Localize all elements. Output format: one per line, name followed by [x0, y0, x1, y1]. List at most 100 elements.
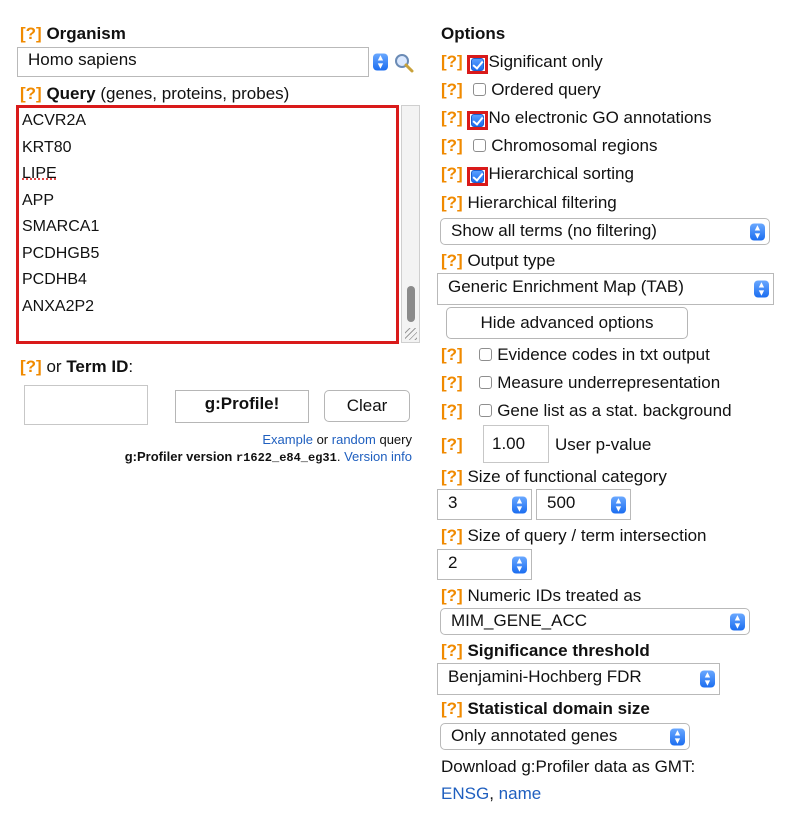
stat-domain-select[interactable]: Only annotated genes ▲ ▼: [440, 723, 690, 750]
or-label: or: [46, 357, 62, 376]
download-label: Download g:Profiler data as GMT:: [441, 757, 696, 776]
sig-threshold-select[interactable]: Benjamini-Hochberg FDR ▲ ▼: [437, 663, 720, 695]
select-value: 500: [547, 493, 576, 512]
help-link[interactable]: [?]: [441, 136, 463, 155]
help-link[interactable]: [?]: [20, 24, 42, 43]
size-func-max-select[interactable]: 500 ▲ ▼: [536, 489, 631, 520]
select-value: Generic Enrichment Map (TAB): [448, 277, 684, 296]
help-link[interactable]: [?]: [441, 251, 463, 270]
query-line: LIPE: [22, 165, 57, 182]
label-text: Numeric IDs treated as: [467, 586, 642, 605]
help-link[interactable]: [?]: [441, 80, 463, 99]
random-link[interactable]: random: [332, 432, 376, 447]
term-id-input[interactable]: [24, 385, 148, 425]
sig-threshold-label: [?] Significance threshold: [441, 641, 650, 661]
option-chromosomal-regions[interactable]: [?] Chromosomal regions: [441, 136, 657, 156]
ensg-link[interactable]: ENSG: [441, 784, 489, 803]
select-value: 3: [448, 493, 458, 512]
help-link[interactable]: [?]: [441, 193, 463, 212]
help-link[interactable]: [?]: [441, 586, 463, 605]
query-scrollbar[interactable]: [401, 105, 420, 343]
size-func-label: [?] Size of functional category: [441, 467, 667, 487]
output-type-label: [?] Output type: [441, 251, 555, 271]
checkbox-unchecked-icon[interactable]: [479, 376, 493, 389]
help-link[interactable]: [?]: [20, 357, 42, 376]
label-text: Significance threshold: [467, 641, 650, 660]
name-link[interactable]: name: [499, 784, 542, 803]
query-word: query: [379, 432, 412, 447]
option-label: Evidence codes in txt output: [497, 345, 710, 364]
option-significant-only[interactable]: [?] Significant only: [441, 52, 603, 74]
option-gene-list-bg[interactable]: [?] Gene list as a stat. background: [441, 401, 732, 421]
help-link[interactable]: [?]: [441, 526, 463, 545]
select-value: MIM_GENE_ACC: [451, 611, 588, 630]
search-icon[interactable]: [393, 52, 415, 74]
updown-arrow-icon: ▲ ▼: [512, 496, 527, 513]
version-dot: .: [336, 449, 341, 464]
organism-heading: [?] Organism: [20, 24, 126, 44]
label-text: Size of functional category: [467, 467, 667, 486]
scrollbar-thumb[interactable]: [407, 286, 415, 322]
help-link[interactable]: [?]: [441, 373, 463, 392]
size-func-min-select[interactable]: 3 ▲ ▼: [437, 489, 532, 520]
output-type-select[interactable]: Generic Enrichment Map (TAB) ▲ ▼: [437, 273, 774, 305]
checkbox-checked-icon[interactable]: [471, 170, 485, 183]
query-line: APP: [22, 191, 55, 209]
hide-advanced-button[interactable]: Hide advanced options: [446, 307, 688, 339]
query-line: SMARCA1: [22, 218, 100, 235]
or-word: or: [316, 432, 329, 447]
checkbox-unchecked-icon[interactable]: [479, 404, 493, 417]
help-link[interactable]: [?]: [441, 52, 463, 71]
help-link[interactable]: [?]: [441, 108, 463, 127]
option-evidence-codes[interactable]: [?] Evidence codes in txt output: [441, 345, 710, 365]
help-link[interactable]: [?]: [20, 84, 42, 103]
help-link[interactable]: [?]: [441, 641, 463, 660]
option-label: Significant only: [488, 52, 603, 71]
option-label: Chromosomal regions: [491, 136, 658, 155]
option-ordered-query[interactable]: [?] Ordered query: [441, 80, 601, 100]
option-label: Ordered query: [491, 80, 601, 99]
query-label: Query: [46, 84, 96, 103]
numeric-ids-select[interactable]: MIM_GENE_ACC ▲ ▼: [440, 608, 750, 635]
numeric-ids-label: [?] Numeric IDs treated as: [441, 586, 641, 606]
organism-select[interactable]: Homo sapiens: [17, 47, 369, 77]
stat-domain-label: [?] Statistical domain size: [441, 699, 650, 719]
select-value: Show all terms (no filtering): [451, 221, 657, 240]
option-hierarchical-sorting[interactable]: [?] Hierarchical sorting: [441, 164, 634, 186]
clear-button[interactable]: Clear: [324, 390, 410, 422]
query-lines: ACVR2A KRT80 LIPE APP SMARCA1 PCDHGB5 PC…: [22, 108, 99, 320]
size-inter-label: [?] Size of query / term intersection: [441, 526, 707, 546]
hierarchical-filtering-select[interactable]: Show all terms (no filtering) ▲ ▼: [440, 218, 770, 245]
updown-arrow-icon: ▲ ▼: [700, 670, 715, 688]
checkbox-unchecked-icon[interactable]: [479, 348, 493, 361]
help-link[interactable]: [?]: [441, 467, 463, 486]
download-links: ENSG, name: [441, 784, 541, 804]
help-link[interactable]: [?]: [441, 435, 463, 454]
option-no-electronic-go[interactable]: [?] No electronic GO annotations: [441, 108, 711, 130]
label-text: Statistical domain size: [467, 699, 650, 718]
checkbox-checked-icon[interactable]: [471, 114, 485, 127]
organism-label: Organism: [46, 24, 126, 43]
help-link[interactable]: [?]: [441, 401, 463, 420]
option-measure-under[interactable]: [?] Measure underrepresentation: [441, 373, 720, 393]
help-link[interactable]: [?]: [441, 164, 463, 183]
version-info-link[interactable]: Version info: [344, 449, 412, 464]
example-link[interactable]: Example: [262, 432, 313, 447]
label-text: Hierarchical filtering: [467, 193, 617, 212]
checkbox-checked-icon[interactable]: [471, 58, 485, 71]
select-value: Only annotated genes: [451, 726, 618, 745]
updown-arrow-icon: ▲ ▼: [750, 223, 765, 240]
checkbox-unchecked-icon[interactable]: [473, 139, 487, 152]
profile-button[interactable]: g:Profile!: [175, 390, 309, 423]
resize-grip-icon[interactable]: [405, 328, 417, 340]
term-id-label: Term ID: [66, 357, 129, 376]
version-prefix: g:Profiler version: [124, 449, 233, 464]
query-line: ANXA2P2: [22, 297, 95, 315]
example-line: Example or random query: [0, 432, 412, 447]
help-link[interactable]: [?]: [441, 345, 463, 364]
checkbox-unchecked-icon[interactable]: [473, 83, 487, 96]
help-link[interactable]: [?]: [441, 699, 463, 718]
pvalue-input[interactable]: 1.00: [483, 425, 549, 463]
updown-arrow-icon: ▲ ▼: [754, 280, 769, 298]
size-inter-select[interactable]: 2 ▲ ▼: [437, 549, 532, 580]
